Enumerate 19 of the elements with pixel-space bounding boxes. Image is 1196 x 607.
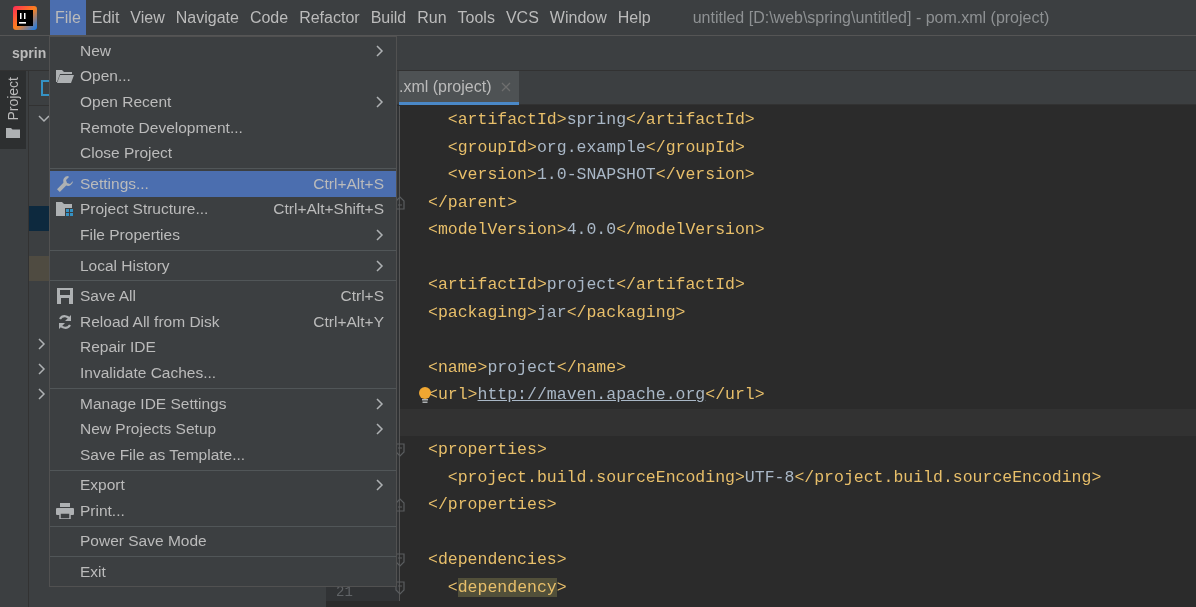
code-line: <artifactId>project</artifactId> bbox=[428, 275, 745, 295]
code-line: <groupId>org.example</groupId> bbox=[446, 137, 745, 157]
shortcut-label: Ctrl+Alt+Y bbox=[313, 312, 384, 331]
code-line: <properties> bbox=[428, 440, 547, 460]
code-line: </parent> bbox=[428, 192, 518, 212]
code-line: <version>1.0-SNAPSHOT</version> bbox=[446, 165, 755, 185]
shortcut-label: Ctrl+Alt+S bbox=[313, 174, 384, 193]
shortcut-label: Ctrl+Alt+Shift+S bbox=[273, 200, 384, 219]
code-line: <packaging>jar</packaging> bbox=[428, 302, 686, 322]
code-line: <artifactId>spring</artifactId> bbox=[446, 110, 755, 130]
code-line: </properties> bbox=[428, 495, 557, 515]
code-line: <name>project</name> bbox=[428, 357, 627, 377]
shortcut-label: Ctrl+S bbox=[340, 287, 384, 306]
code-line: <dependency> bbox=[446, 577, 567, 597]
code-line: <project.build.sourceEncoding>UTF-8</project.build.sourceEncoding> bbox=[446, 467, 1102, 487]
code-line: <modelVersion>4.0.0</modelVersion> bbox=[428, 220, 765, 240]
window-title: untitled [D:\web\spring\untitled] - pom.xml (project) bbox=[692, 8, 1050, 27]
code-line: <dependencies> bbox=[428, 550, 567, 570]
code-line: <url>http://maven.apache.org</url> bbox=[428, 385, 765, 405]
